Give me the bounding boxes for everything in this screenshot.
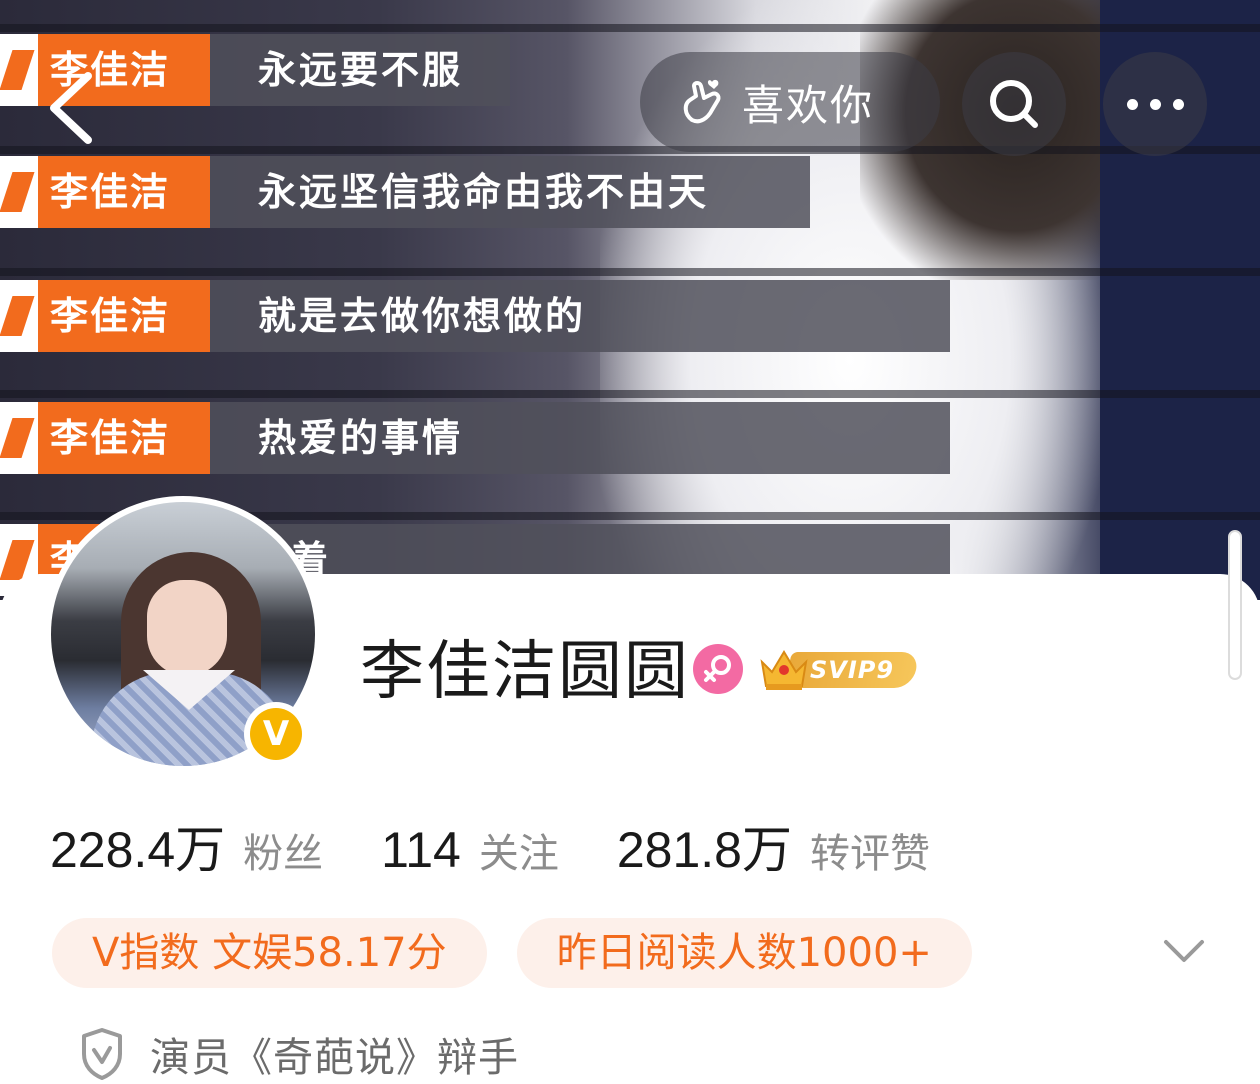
expand-button[interactable] [1158,930,1210,970]
search-icon [990,80,1038,128]
engagement-count: 281.8万 [616,822,792,878]
username: 李佳洁圆圆 [360,635,690,709]
scrollbar[interactable] [1228,530,1242,680]
svip-label: SVIP9 [810,656,895,684]
v-index-tag[interactable]: V指数 文娱58.17分 [52,918,487,988]
female-icon [693,644,743,694]
more-icon [1121,95,1190,114]
description-text: 演员《奇葩说》辩手 [150,1035,519,1081]
fans-label: 粉丝 [243,831,324,877]
engagement-label: 转评赞 [809,831,930,877]
following-label: 关注 [478,831,559,877]
more-button[interactable] [1103,52,1207,156]
like-label: 喜欢你 [742,80,875,130]
verified-badge: V [244,702,308,766]
caption-text: 热爱的事情 [210,402,950,474]
back-arrow-icon [50,72,92,144]
following-count: 114 [381,822,461,878]
back-button[interactable] [40,62,110,152]
caption-tag: 李佳洁 [50,416,171,460]
engagement-stat[interactable]: 281.8万 转评赞 [617,810,930,882]
caption-tag: 李佳洁 [50,294,171,338]
fans-count: 228.4万 [50,822,226,878]
search-button[interactable] [962,52,1066,156]
caption-tag: 李佳洁 [50,170,171,214]
caption-text: 永远坚信我命由我不由天 [210,156,810,228]
following-stat[interactable]: 114 关注 [381,821,559,879]
profile-stats: 228.4万 粉丝 114 关注 281.8万 转评赞 [50,810,930,880]
chevron-down-icon [1164,940,1204,962]
daily-readers-tag[interactable]: 昨日阅读人数1000+ [516,918,972,988]
caption-text: 就是去做你想做的 [210,280,950,352]
hand-heart-icon [683,79,721,124]
profile-description: 演员《奇葩说》辩手 [78,1024,519,1084]
caption-text: 永远要不服 [210,34,510,106]
shield-icon [82,1028,122,1080]
profile-tags: V指数 文娱58.17分 昨日阅读人数1000+ [52,918,1002,988]
svip-badge[interactable]: SVIP9 [758,646,920,694]
like-button[interactable]: 喜欢你 [640,52,940,152]
crown-icon [760,650,808,690]
fans-stat[interactable]: 228.4万 粉丝 [50,810,323,882]
